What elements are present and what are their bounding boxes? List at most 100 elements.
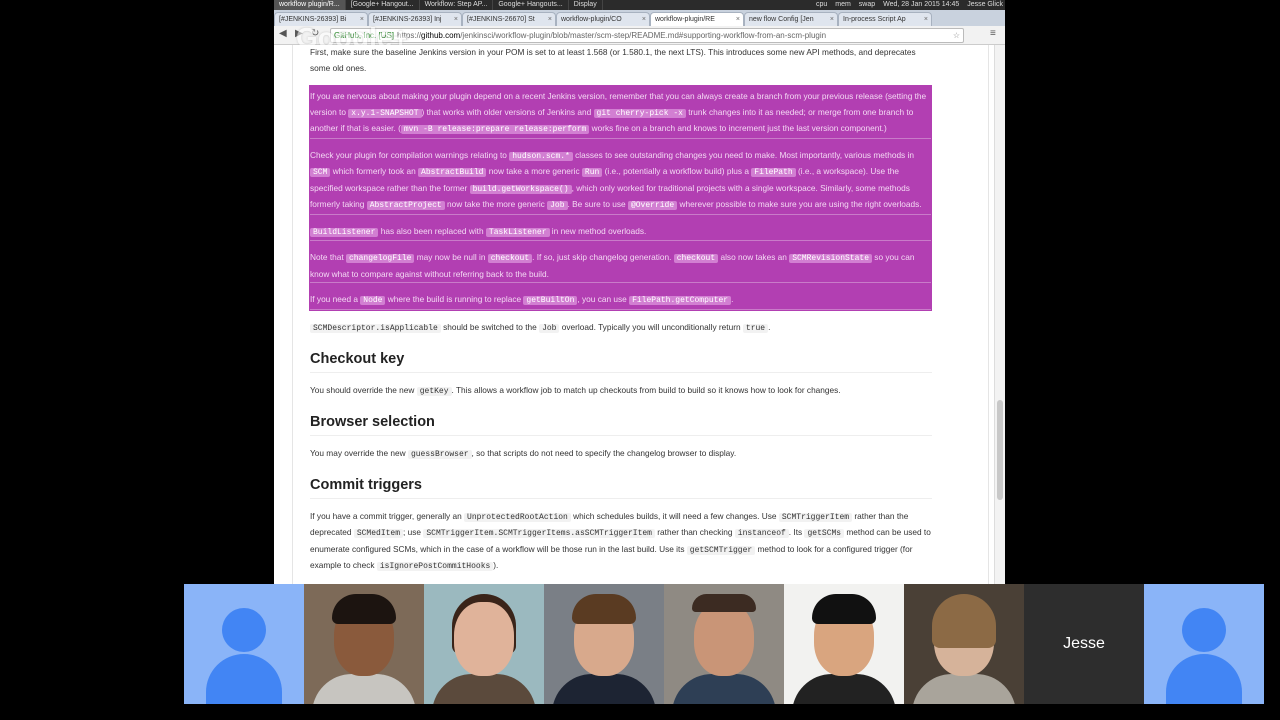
paragraph: If you are nervous about making your plu…: [310, 89, 931, 139]
taskbar-item[interactable]: Workflow: Step AP...: [420, 0, 494, 10]
avatar-head: [222, 608, 266, 652]
taskbar-item[interactable]: [Google+ Hangout...: [346, 0, 420, 10]
inline-code: TaskListener: [485, 227, 550, 237]
participant-tile-video[interactable]: [784, 584, 904, 704]
avatar-body: [1166, 654, 1242, 704]
section-heading-browser-selection: Browser selection: [310, 414, 932, 436]
inline-code: SCMTriggerItem.SCMTriggerItems.asSCMTrig…: [423, 529, 655, 538]
participant-tile-video[interactable]: [664, 584, 784, 704]
paragraph: First, make sure the baseline Jenkins ve…: [310, 47, 916, 73]
inline-code: SCMedItem: [353, 529, 404, 538]
paragraph: You may override the new guessBrowser, s…: [310, 447, 737, 459]
inline-code: getSCMTrigger: [686, 545, 756, 555]
participant-tile-video[interactable]: [304, 584, 424, 704]
inline-code: checkout: [673, 254, 719, 263]
inline-code: SCMRevisionState: [789, 254, 872, 263]
inline-code: FilePath: [751, 168, 796, 177]
participants-strip: Jesse: [184, 584, 1264, 704]
url-input[interactable]: GitHub, Inc. [US] https://github.com/jenk…: [330, 28, 964, 43]
swap-monitor: swap: [858, 1, 876, 8]
inline-code: build.getWorkspace(): [469, 184, 572, 194]
back-arrow-icon[interactable]: ◀: [279, 28, 287, 39]
close-icon[interactable]: ×: [454, 13, 458, 26]
tab-title: [#JENKINS-26670] St: [467, 16, 535, 23]
inline-code: SCMDescriptor.isApplicable: [310, 323, 441, 333]
inline-code: checkout: [487, 254, 533, 263]
avatar-body: [206, 654, 282, 704]
paragraph: SCMDescriptor.isApplicable should be swi…: [310, 320, 932, 337]
inline-code: Job: [547, 201, 568, 210]
inline-code: getKey: [416, 386, 452, 396]
user-name[interactable]: Jesse Glick: [967, 1, 1003, 8]
tab-title: new flow Config [Jen: [749, 16, 814, 23]
bookmark-star-icon[interactable]: ☆: [953, 29, 960, 42]
close-icon[interactable]: ×: [548, 13, 552, 26]
cpu-monitor: cpu: [816, 1, 828, 8]
inline-code: changelogFile: [345, 254, 415, 263]
inline-code: AbstractBuild: [418, 168, 487, 177]
browser-tab-active[interactable]: workflow-plugin/RE ×: [650, 12, 744, 26]
paragraph: Note that changelogFile may now be null …: [310, 250, 931, 283]
readme-article: First, make sure the baseline Jenkins ve…: [309, 45, 932, 584]
paragraph: If you need a Node where the build is ru…: [310, 292, 931, 310]
inline-code: SCM: [310, 168, 331, 177]
inline-code: SCMTriggerItem: [778, 512, 853, 522]
section-heading-checkout-key: Checkout key: [310, 351, 932, 373]
inline-code: UnprotectedRootAction: [464, 512, 571, 522]
url-host: github.com: [421, 31, 461, 40]
taskbar-item[interactable]: Google+ Hangouts...: [493, 0, 569, 10]
inline-code: getBuiltOn: [523, 296, 578, 305]
participant-name-tile[interactable]: Jesse: [1024, 584, 1144, 704]
participant-tile-video[interactable]: [544, 584, 664, 704]
system-tray: cpu mem swap Wed, 28 Jan 2015 14:45 Jess…: [810, 0, 1003, 10]
paragraph: You should override the new getKey. This…: [310, 384, 841, 396]
page-scrollbar[interactable]: [994, 45, 1005, 584]
participant-tile-video[interactable]: [904, 584, 1024, 704]
close-icon[interactable]: ×: [736, 13, 740, 26]
browser-tab[interactable]: [#JENKINS-26670] St ×: [462, 12, 556, 26]
inline-code: Node: [360, 296, 386, 305]
inline-code: Job: [539, 323, 560, 333]
paragraph: BuildListener has also been replaced wit…: [310, 224, 931, 241]
inline-code: FilePath.getComputer: [629, 296, 732, 305]
taskbar-item[interactable]: Display: [569, 0, 603, 10]
taskbar-item[interactable]: workflow plugin/R...: [274, 0, 346, 10]
scrollbar-thumb[interactable]: [997, 400, 1003, 500]
close-icon[interactable]: ×: [642, 13, 646, 26]
clock: Wed, 28 Jan 2015 14:45: [883, 1, 960, 8]
paragraph: If you have a commit trigger, generally …: [310, 510, 931, 571]
avatar-head: [1182, 608, 1226, 652]
inline-code: true: [742, 323, 769, 333]
close-icon[interactable]: ×: [924, 13, 928, 26]
tab-title: workflow-plugin/RE: [655, 16, 715, 23]
participant-tile-default-avatar[interactable]: [1144, 584, 1264, 704]
mem-monitor: mem: [835, 1, 851, 8]
participant-tile-default-avatar[interactable]: [184, 584, 304, 704]
page-content: First, make sure the baseline Jenkins ve…: [292, 45, 989, 584]
text-selection: If you are nervous about making your plu…: [309, 85, 932, 311]
inline-code: hudson.scm.*: [509, 151, 573, 161]
section-heading-commit-triggers: Commit triggers: [310, 477, 932, 499]
url-path: /jenkinsci/workflow-plugin/blob/master/s…: [460, 31, 827, 40]
browser-tab[interactable]: new flow Config [Jen ×: [744, 12, 838, 26]
paragraph: Check your plugin for compilation warnin…: [310, 148, 931, 215]
inline-code: BuildListener: [310, 227, 379, 237]
inline-code: git cherry-pick -x: [593, 108, 686, 118]
inline-code: @Override: [627, 201, 678, 210]
inline-code: x.y.1-SNAPSHOT: [348, 108, 422, 118]
tab-title: workflow-plugin/CO: [561, 16, 622, 23]
system-taskbar: workflow plugin/R... [Google+ Hangout... W…: [274, 0, 1005, 10]
inline-code: mvn -B release:prepare release:perform: [400, 125, 590, 134]
participant-tile-video[interactable]: [424, 584, 544, 704]
tab-title: In-process Script Ap: [843, 16, 906, 23]
inline-code: AbstractProject: [366, 201, 445, 210]
inline-code: isIgnorePostCommitHooks: [376, 562, 494, 571]
browser-tab[interactable]: workflow-plugin/CO ×: [556, 12, 650, 26]
browser-tab[interactable]: In-process Script Ap ×: [838, 12, 932, 26]
menu-icon[interactable]: ≡: [990, 28, 996, 39]
close-icon[interactable]: ×: [830, 13, 834, 26]
shared-screen: workflow plugin/R... [Google+ Hangout... W…: [274, 0, 1005, 584]
inline-code: getSCMs: [804, 529, 845, 538]
inline-code: instanceof: [734, 529, 789, 538]
inline-code: Run: [581, 168, 603, 177]
